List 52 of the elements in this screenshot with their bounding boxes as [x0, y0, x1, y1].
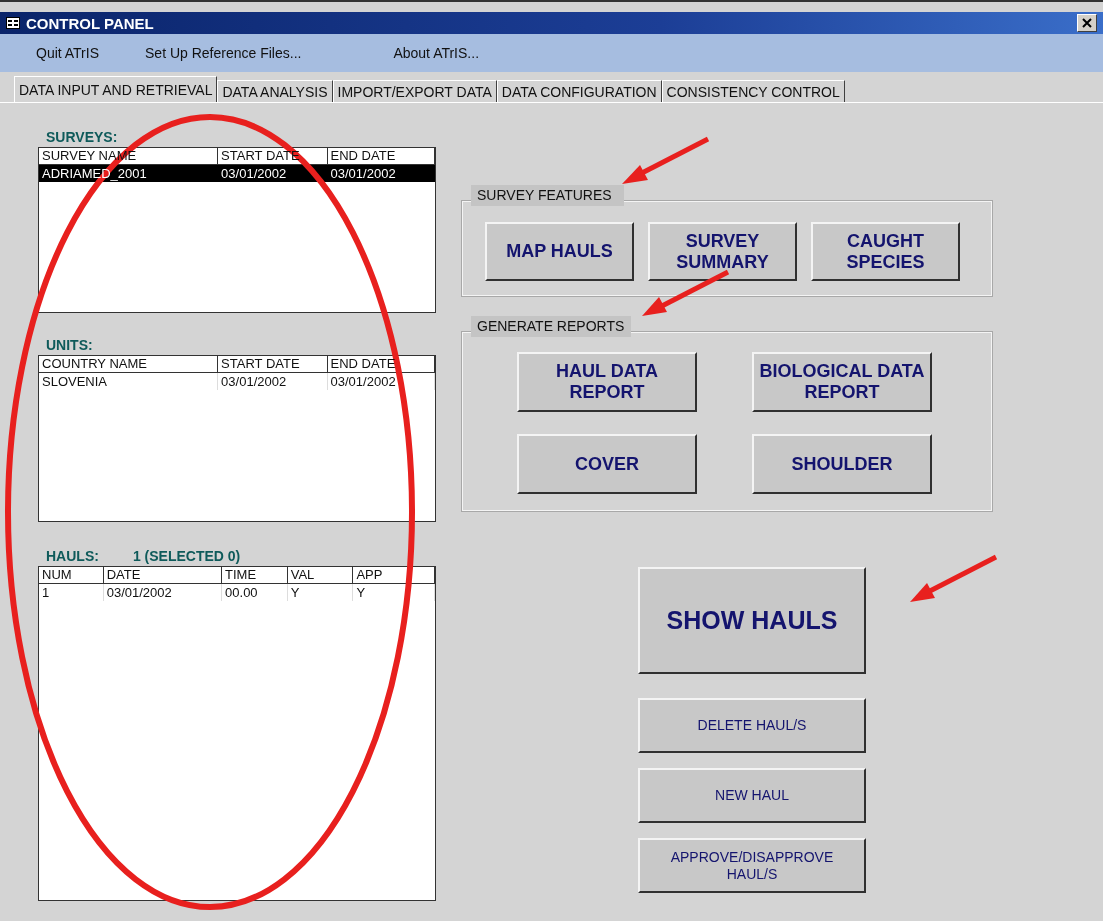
- column-header[interactable]: COUNTRY NAME: [39, 356, 219, 372]
- list-cell: 03/01/2002: [327, 165, 435, 182]
- list-count: 1 (SELECTED 0): [132, 548, 241, 564]
- column-header[interactable]: APP: [353, 567, 435, 583]
- list-box[interactable]: NUM DATE TIME VAL APP 1 03/01/2002 00.00 Y Y: [38, 566, 436, 901]
- list-cell: 03/01/2002: [103, 584, 223, 601]
- report-button[interactable]: BIOLOGICAL DATA REPORT: [752, 352, 932, 412]
- column-header[interactable]: NUM: [39, 567, 104, 583]
- menu-item[interactable]: Set Up Reference Files...: [145, 45, 302, 61]
- list-cell: 03/01/2002: [327, 373, 435, 390]
- list-heading: SURVEYS:: [46, 129, 118, 145]
- close-button[interactable]: [1077, 14, 1097, 32]
- list-row[interactable]: 1 03/01/2002 00.00 Y Y: [39, 584, 435, 601]
- show-hauls-button[interactable]: SHOW HAULS: [638, 567, 866, 674]
- window-icon: [6, 17, 20, 29]
- report-button[interactable]: COVER: [517, 434, 697, 494]
- haul-button[interactable]: DELETE HAUL/S: [638, 698, 866, 753]
- column-header[interactable]: VAL: [287, 567, 354, 583]
- tab[interactable]: IMPORT/EXPORT DATA: [332, 80, 497, 102]
- menu-item[interactable]: About ATrIS...: [393, 45, 479, 61]
- list-cell: Y: [353, 584, 435, 601]
- tab[interactable]: DATA ANALYSIS: [217, 80, 333, 102]
- menu-item[interactable]: Quit ATrIS: [36, 45, 99, 61]
- list-heading: HAULS:: [46, 548, 99, 564]
- close-icon: [1082, 18, 1092, 28]
- group-legend: GENERATE REPORTS: [471, 316, 632, 337]
- list-heading: UNITS:: [46, 337, 93, 353]
- column-header[interactable]: DATE: [103, 567, 223, 583]
- group-legend: SURVEY FEATURES: [471, 185, 624, 206]
- tab[interactable]: DATA INPUT AND RETRIEVAL: [14, 76, 218, 102]
- list-cell: 00.00: [222, 584, 288, 601]
- feature-button[interactable]: CAUGHT SPECIES: [811, 222, 960, 281]
- haul-button[interactable]: APPROVE/DISAPPROVE HAUL/S: [638, 838, 866, 893]
- list-cell: 03/01/2002: [218, 373, 328, 390]
- feature-button[interactable]: MAP HAULS: [485, 222, 634, 281]
- haul-button[interactable]: NEW HAUL: [638, 768, 866, 823]
- column-header[interactable]: END DATE: [327, 148, 435, 164]
- list-row[interactable]: SLOVENIA 03/01/2002 03/01/2002: [39, 373, 435, 390]
- column-header[interactable]: TIME: [222, 567, 288, 583]
- column-header[interactable]: END DATE: [327, 356, 435, 372]
- list-cell: 03/01/2002: [218, 165, 328, 182]
- report-button[interactable]: SHOULDER: [752, 434, 932, 494]
- list-cell: SLOVENIA: [39, 373, 219, 390]
- list-cell: Y: [287, 584, 354, 601]
- feature-button[interactable]: SURVEY SUMMARY: [648, 222, 797, 281]
- column-header[interactable]: START DATE: [218, 356, 328, 372]
- window-title: CONTROL PANEL: [26, 14, 154, 32]
- tab[interactable]: DATA CONFIGURATION: [496, 80, 662, 102]
- report-button[interactable]: HAUL DATA REPORT: [517, 352, 697, 412]
- tab[interactable]: CONSISTENCY CONTROL: [661, 80, 845, 102]
- list-box[interactable]: COUNTRY NAME START DATE END DATE SLOVENIA 03/01/2002 03/01/2002: [38, 355, 436, 522]
- list-cell: 1: [39, 584, 104, 601]
